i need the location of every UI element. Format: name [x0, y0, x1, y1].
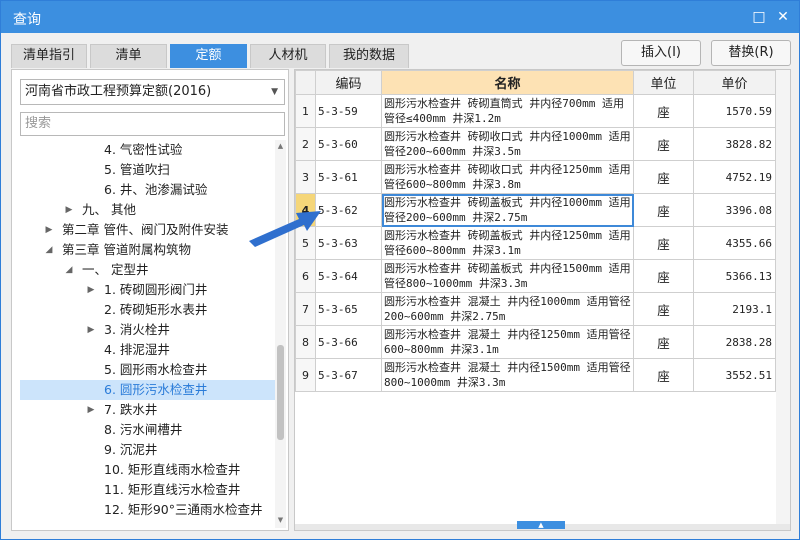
current-cell[interactable]: 圆形污水检查井 砖砌盖板式 井内径1000mm 适用管径200~600mm 井深… — [381, 193, 634, 227]
caret-right-icon[interactable]: ▶ — [64, 200, 74, 220]
table-row[interactable]: 2 5-3-60 圆形污水检查井 砖砌收口式 井内径1000mm 适用管径200~6… — [295, 127, 776, 161]
library-selected-value: 河南省市政工程预算定额(2016) — [25, 84, 212, 99]
tree-node[interactable]: ▶ 7. 跌水井 — [20, 400, 275, 420]
tree-node-selected[interactable]: 6. 圆形污水检查井 — [20, 380, 275, 400]
tree-node[interactable]: 5. 管道吹扫 — [20, 160, 275, 180]
tree-node[interactable]: ▶ 第二章 管件、阀门及附件安装 — [20, 220, 275, 240]
tree-node[interactable]: 10. 矩形直线雨水检查井 — [20, 460, 275, 480]
table-row[interactable]: 1 5-3-59 圆形污水检查井 砖砌直筒式 井内径700mm 适用管径≤400mm… — [295, 94, 776, 128]
caret-right-icon[interactable]: ▶ — [86, 400, 96, 420]
maximize-icon[interactable]: □ — [751, 9, 767, 25]
tree-node[interactable]: 4. 排泥湿井 — [20, 340, 275, 360]
quota-table: 编码 名称 单位 单价 1 5-3-59 圆形污水检查井 砖砌直筒式 井内径700m… — [295, 70, 776, 392]
table-row[interactable]: 3 5-3-61 圆形污水检查井 砖砌收口式 井内径1250mm 适用管径600~8… — [295, 160, 776, 194]
close-icon[interactable]: ✕ — [775, 9, 791, 25]
tree-node[interactable]: ▶ 九、 其他 — [20, 200, 275, 220]
tab-list-guide[interactable]: 清单指引 — [11, 44, 87, 68]
tree-node[interactable]: ◢ 一、 定型井 — [20, 260, 275, 280]
caret-down-icon[interactable]: ◢ — [64, 260, 74, 280]
name-column-header[interactable]: 名称 — [381, 70, 634, 95]
library-panel: 河南省市政工程预算定额(2016) ▼ 搜索 4. 气密性试验 5. 管道吹扫 … — [11, 69, 289, 531]
table-row[interactable]: 5 5-3-63 圆形污水检查井 砖砌盖板式 井内径1250mm 适用管径600~8… — [295, 226, 776, 260]
table-row-current[interactable]: 4 5-3-62 圆形污水检查井 砖砌盖板式 井内径1000mm 适用管径200~6… — [295, 193, 776, 227]
tab-list[interactable]: 清单 — [90, 44, 167, 68]
splitter-bar[interactable]: ▲ — [295, 521, 790, 530]
quota-grid-panel: 编码 名称 单位 单价 1 5-3-59 圆形污水检查井 砖砌直筒式 井内径700m… — [294, 69, 791, 531]
tab-quota[interactable]: 定额 — [170, 44, 247, 68]
code-column-header[interactable]: 编码 — [315, 70, 382, 95]
title-bar: 查询 □ ✕ — [1, 1, 799, 33]
tree-node[interactable]: ◢ 第三章 管道附属构筑物 — [20, 240, 275, 260]
caret-down-icon[interactable]: ◢ — [44, 240, 54, 260]
scrollbar-thumb[interactable] — [277, 345, 284, 440]
insert-button[interactable]: 插入(I) — [621, 40, 701, 66]
chapter-tree: 4. 气密性试验 5. 管道吹扫 6. 井、池渗漏试验 ▶ 九、 其他 ▶ 第二章 … — [20, 140, 275, 528]
row-number-header — [295, 70, 316, 95]
tree-node[interactable]: ▶ 3. 消火栓井 — [20, 320, 275, 340]
caret-right-icon[interactable]: ▶ — [86, 280, 96, 300]
tree-node[interactable]: 8. 污水闸槽井 — [20, 420, 275, 440]
tab-labor-material-machine[interactable]: 人材机 — [250, 44, 326, 68]
tree-node[interactable]: 5. 圆形雨水检查井 — [20, 360, 275, 380]
search-input[interactable]: 搜索 — [20, 112, 285, 136]
chevron-down-icon[interactable]: ▼ — [271, 80, 278, 104]
table-row[interactable]: 6 5-3-64 圆形污水检查井 砖砌盖板式 井内径1500mm 适用管径800~1… — [295, 259, 776, 293]
table-row[interactable]: 9 5-3-67 圆形污水检查井 混凝土 井内径1500mm 适用管径800~100… — [295, 358, 776, 392]
replace-button[interactable]: 替换(R) — [711, 40, 791, 66]
tree-node[interactable]: 4. 气密性试验 — [20, 140, 275, 160]
chevron-up-icon[interactable]: ▲ — [517, 521, 565, 529]
table-row[interactable]: 7 5-3-65 圆形污水检查井 混凝土 井内径1000mm 适用管径200~600… — [295, 292, 776, 326]
caret-right-icon[interactable]: ▶ — [86, 320, 96, 340]
tree-scrollbar[interactable]: ▲ ▼ — [275, 140, 286, 528]
table-header-row: 编码 名称 单位 单价 — [295, 70, 776, 95]
annotation-arrow-icon — [249, 211, 321, 247]
library-select[interactable]: 河南省市政工程预算定额(2016) ▼ — [20, 79, 285, 105]
table-row[interactable]: 8 5-3-66 圆形污水检查井 混凝土 井内径1250mm 适用管径600~800… — [295, 325, 776, 359]
tree-node[interactable]: 12. 矩形90°三通雨水检查井 — [20, 500, 275, 520]
query-dialog: 查询 □ ✕ 清单指引 清单 定额 人材机 我的数据 插入(I) 替换(R) 河… — [0, 0, 800, 540]
scroll-down-icon[interactable]: ▼ — [275, 516, 286, 524]
grid-scrollbar[interactable] — [776, 70, 790, 524]
tree-node[interactable]: 11. 矩形直线污水检查井 — [20, 480, 275, 500]
tree-node[interactable]: 6. 井、池渗漏试验 — [20, 180, 275, 200]
scroll-up-icon[interactable]: ▲ — [275, 142, 286, 150]
unit-column-header[interactable]: 单位 — [633, 70, 694, 95]
tree-node[interactable]: 2. 砖砌矩形水表井 — [20, 300, 275, 320]
tab-my-data[interactable]: 我的数据 — [329, 44, 409, 68]
caret-right-icon[interactable]: ▶ — [44, 220, 54, 240]
window-title: 查询 — [13, 12, 41, 28]
price-column-header[interactable]: 单价 — [693, 70, 776, 95]
tree-node[interactable]: ▶ 1. 砖砌圆形阀门井 — [20, 280, 275, 300]
tree-node[interactable]: 9. 沉泥井 — [20, 440, 275, 460]
